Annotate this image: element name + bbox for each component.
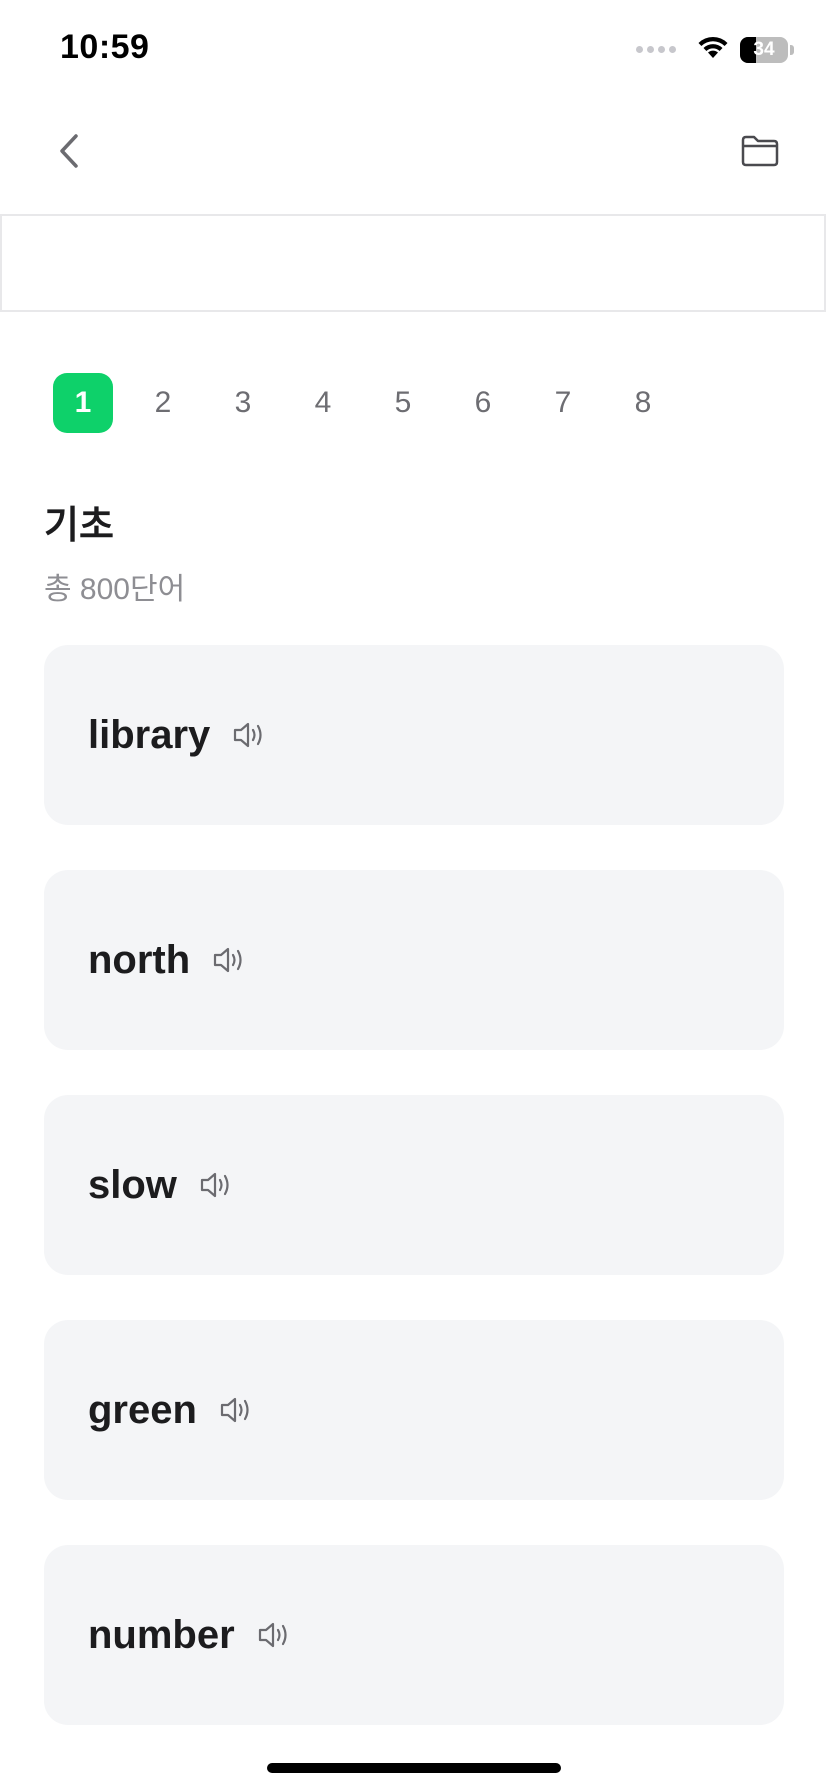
status-time: 10:59	[60, 28, 150, 66]
home-indicator	[267, 1763, 561, 1773]
back-button[interactable]	[44, 128, 94, 178]
level-tabs: 1 2 3 4 5 6 7 8	[53, 373, 693, 433]
word-card[interactable]: number	[44, 1545, 784, 1725]
section-title: 기초	[44, 505, 114, 547]
level-tab-3[interactable]: 3	[213, 373, 273, 433]
word-text: library	[88, 712, 211, 757]
word-card[interactable]: green	[44, 1320, 784, 1500]
level-tab-2[interactable]: 2	[133, 373, 193, 433]
level-tab-7[interactable]: 7	[533, 373, 593, 433]
level-tab-8[interactable]: 8	[613, 373, 673, 433]
chevron-left-icon	[57, 133, 81, 174]
word-card[interactable]: library	[44, 645, 784, 825]
speaker-icon[interactable]	[212, 943, 252, 977]
word-card[interactable]: slow	[44, 1095, 784, 1275]
level-tab-6[interactable]: 6	[453, 373, 513, 433]
word-list: library north slow green number	[44, 645, 784, 1770]
nav-bar	[0, 110, 828, 210]
banner-area	[0, 214, 826, 312]
level-tab-5[interactable]: 5	[373, 373, 433, 433]
speaker-icon[interactable]	[257, 1618, 297, 1652]
word-text: slow	[88, 1162, 177, 1207]
word-card[interactable]: north	[44, 870, 784, 1050]
folder-icon	[740, 134, 780, 173]
word-text: number	[88, 1612, 235, 1657]
speaker-icon[interactable]	[199, 1168, 239, 1202]
battery-cap	[790, 44, 794, 55]
word-text: green	[88, 1387, 197, 1432]
folder-button[interactable]	[732, 128, 788, 178]
status-bar: 10:59 34	[0, 0, 828, 100]
speaker-icon[interactable]	[219, 1393, 259, 1427]
level-tab-4[interactable]: 4	[293, 373, 353, 433]
battery-icon: 34	[740, 36, 788, 63]
speaker-icon[interactable]	[232, 718, 272, 752]
word-count: 총 800단어	[44, 573, 186, 606]
battery-level: 34	[753, 38, 775, 60]
word-text: north	[88, 937, 191, 982]
cellular-signal-icon	[636, 46, 676, 53]
level-tab-1[interactable]: 1	[53, 373, 113, 433]
wifi-icon	[696, 34, 730, 65]
status-indicators: 34	[636, 34, 794, 65]
